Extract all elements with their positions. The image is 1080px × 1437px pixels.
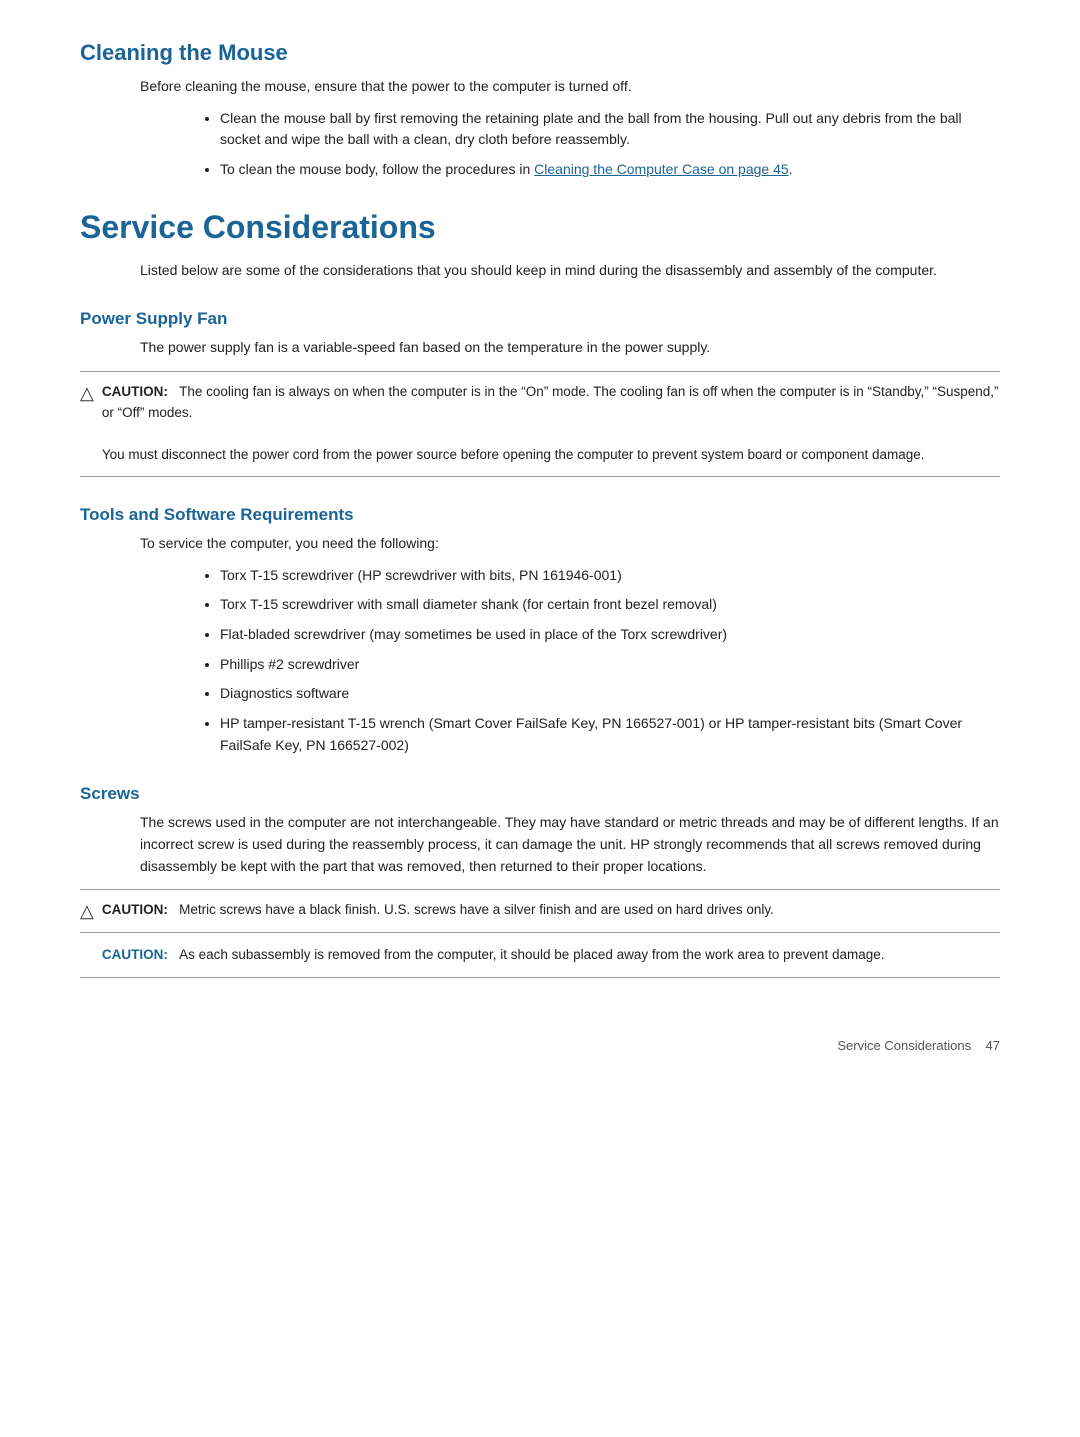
tools-requirements-list: Torx T-15 screwdriver (HP screwdriver wi… (220, 565, 1000, 757)
list-item: Phillips #2 screwdriver (220, 654, 1000, 676)
footer-text: Service Considerations (837, 1038, 971, 1053)
list-item: Clean the mouse ball by first removing t… (220, 108, 1000, 151)
service-considerations-intro: Listed below are some of the considerati… (140, 260, 1000, 282)
screws-description: The screws used in the computer are not … (140, 812, 1000, 877)
cleaning-mouse-heading: Cleaning the Mouse (80, 40, 1000, 66)
footer-page: 47 (986, 1038, 1000, 1053)
tools-requirements-section: Tools and Software Requirements To servi… (80, 505, 1000, 757)
caution-body-1: The cooling fan is always on when the co… (102, 384, 999, 420)
service-considerations-heading: Service Considerations (80, 209, 1000, 246)
caution-text-2: CAUTION: Metric screws have a black fini… (102, 900, 774, 921)
list-item: HP tamper-resistant T-15 wrench (Smart C… (220, 713, 1000, 756)
power-supply-fan-description: The power supply fan is a variable-speed… (140, 337, 1000, 359)
cleaning-mouse-intro: Before cleaning the mouse, ensure that t… (140, 76, 1000, 98)
page-content: Cleaning the Mouse Before cleaning the m… (80, 40, 1000, 1053)
caution-content-1 (172, 384, 180, 399)
page-footer: Service Considerations 47 (80, 1038, 1000, 1053)
cleaning-case-link[interactable]: Cleaning the Computer Case on page 45 (534, 161, 789, 177)
cleaning-mouse-section: Cleaning the Mouse Before cleaning the m… (80, 40, 1000, 181)
caution-label-1: CAUTION: (102, 384, 168, 399)
caution-icon-1: △ (80, 383, 94, 404)
caution-label-3: CAUTION: (102, 947, 168, 962)
bullet2-prefix: To clean the mouse body, follow the proc… (220, 161, 534, 177)
caution-box-3: △ CAUTION: As each subassembly is remove… (80, 945, 1000, 978)
caution-body-3 (172, 947, 180, 962)
tools-requirements-intro: To service the computer, you need the fo… (140, 533, 1000, 555)
caution-box-2: △ CAUTION: Metric screws have a black fi… (80, 889, 1000, 933)
caution-follow-1: You must disconnect the power cord from … (102, 447, 925, 462)
list-item: To clean the mouse body, follow the proc… (220, 159, 1000, 181)
cleaning-mouse-list: Clean the mouse ball by first removing t… (220, 108, 1000, 181)
list-item: Diagnostics software (220, 683, 1000, 705)
caution-icon-2: △ (80, 901, 94, 922)
caution-text-1: CAUTION: The cooling fan is always on wh… (102, 382, 1000, 466)
screws-heading: Screws (80, 784, 1000, 804)
caution-text-3: CAUTION: As each subassembly is removed … (102, 945, 885, 966)
list-item: Torx T-15 screwdriver with small diamete… (220, 594, 1000, 616)
bullet2-suffix: . (789, 161, 793, 177)
service-considerations-section: Service Considerations Listed below are … (80, 209, 1000, 282)
screws-section: Screws The screws used in the computer a… (80, 784, 1000, 978)
caution-body-2 (172, 902, 180, 917)
power-supply-fan-heading: Power Supply Fan (80, 309, 1000, 329)
list-item: Torx T-15 screwdriver (HP screwdriver wi… (220, 565, 1000, 587)
caution-label-2: CAUTION: (102, 902, 168, 917)
power-supply-fan-section: Power Supply Fan The power supply fan is… (80, 309, 1000, 476)
list-item: Flat-bladed screwdriver (may sometimes b… (220, 624, 1000, 646)
tools-requirements-heading: Tools and Software Requirements (80, 505, 1000, 525)
caution-box-1: △ CAUTION: The cooling fan is always on … (80, 371, 1000, 477)
